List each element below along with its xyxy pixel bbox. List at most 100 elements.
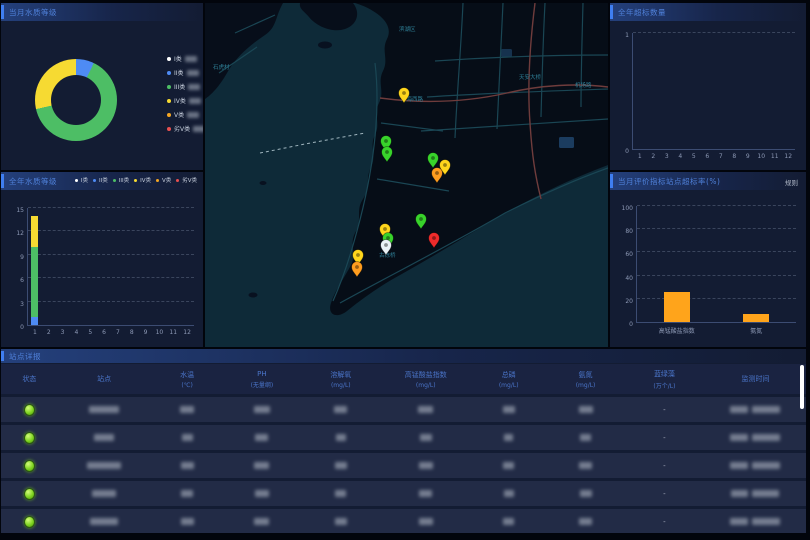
algae-value: -: [663, 518, 666, 526]
station-name-cell: [58, 518, 151, 525]
monitor-time-cell: [705, 406, 806, 413]
legend-label: V类: [162, 176, 171, 184]
column-header-4: PH(无量纲): [224, 370, 301, 389]
redacted-value: [92, 490, 116, 497]
legend-item[interactable]: II类: [93, 177, 108, 183]
panel-stations-table: 站点详报 状态站点水温(℃)PH(无量纲)溶解氧(mg/L)高锰酸盐指数(mg/…: [1, 349, 806, 533]
value-cell: [224, 406, 301, 413]
x-axis-tick: 4: [678, 153, 682, 160]
map-place-label: 机场路: [575, 81, 592, 89]
x-axis-tick: 2: [651, 153, 655, 160]
x-axis-tick: 8: [732, 153, 736, 160]
legend-dot: [75, 179, 78, 182]
redacted-value: [255, 434, 268, 441]
city-map[interactable]: 石虎村滨湖区滨海西路天安大桥机场路古栋桥: [205, 3, 608, 347]
redacted-value: [336, 434, 346, 441]
column-unit: (mg/L): [576, 382, 596, 389]
value-cell: [381, 406, 470, 413]
column-header-9: 蓝绿藻(万个/L): [624, 369, 705, 390]
algae-cell: -: [624, 490, 705, 498]
legend-item[interactable]: 劣V类: [167, 125, 203, 132]
value-cell: [224, 490, 301, 497]
table-scrollbar[interactable]: [800, 365, 804, 409]
bar-segment-当月评价指标站点超标率(%): [743, 314, 769, 322]
column-label: 高锰酸盐指数: [405, 370, 447, 380]
panel-city-map: 石虎村滨湖区滨海西路天安大桥机场路古栋桥: [205, 3, 608, 347]
monitor-time-cell: [705, 490, 806, 497]
legend-item[interactable]: 劣V类: [176, 177, 197, 183]
algae-value: -: [663, 406, 666, 414]
redacted-value: [182, 434, 193, 441]
legend-dot: [167, 113, 171, 117]
redacted-value: [730, 518, 748, 525]
legend-item[interactable]: II类: [167, 69, 203, 76]
value-cell: [547, 490, 624, 497]
legend-label: II类: [99, 176, 108, 184]
column-label: 氨氮: [579, 370, 593, 380]
redacted-value: [752, 462, 780, 469]
legend-dot: [113, 179, 116, 182]
redacted-value: [503, 462, 514, 469]
algae-cell: -: [624, 406, 705, 414]
column-unit: (mg/L): [416, 382, 436, 389]
map-islet: [318, 42, 332, 49]
legend-dot: [167, 71, 171, 75]
panel-header: 当月水质等级: [1, 3, 203, 21]
redacted-value: [193, 126, 203, 132]
legend-item[interactable]: V类: [167, 111, 203, 118]
status-cell: [1, 404, 58, 416]
redacted-value: [181, 490, 193, 497]
legend-item[interactable]: III类: [113, 177, 129, 183]
redacted-value: [94, 434, 114, 441]
x-axis-tick: 1: [33, 329, 37, 336]
redacted-value: [580, 490, 592, 497]
redacted-value: [752, 518, 780, 525]
legend-item[interactable]: I类: [167, 55, 203, 62]
x-axis-tick: 12: [784, 153, 792, 160]
x-axis-tick: 6: [102, 329, 106, 336]
redacted-value: [189, 98, 201, 104]
y-axis-tick: 1: [625, 32, 629, 39]
bar-segment-III类: [31, 247, 38, 317]
monitor-time-cell: [705, 434, 806, 441]
chart-plot-area: 03691215123456789101112: [27, 208, 194, 326]
legend-item[interactable]: IV类: [134, 177, 151, 183]
column-header-7: 总磷(mg/L): [470, 370, 547, 389]
column-header-1: 状态: [1, 374, 58, 384]
column-unit: (mg/L): [331, 382, 351, 389]
map-place-label: 滨湖区: [399, 25, 416, 33]
x-axis-tick: 氨氮: [750, 326, 762, 335]
panel-year-water-quality: 全年水质等级 I类II类III类IV类V类劣V类 036912151234567…: [1, 172, 203, 347]
x-axis-tick: 10: [757, 153, 765, 160]
legend-item[interactable]: III类: [167, 83, 203, 90]
value-cell: [381, 490, 470, 497]
value-cell: [224, 518, 301, 525]
rules-link[interactable]: 规则: [785, 177, 798, 187]
legend-item[interactable]: IV类: [167, 97, 203, 104]
value-cell: [300, 518, 381, 525]
legend-dot: [134, 179, 137, 182]
legend-item[interactable]: I类: [75, 177, 88, 183]
dashboard: 当月水质等级 I类II类III类IV类V类劣V类 全年水质等级 I类II类III…: [0, 0, 810, 540]
redacted-value: [420, 434, 432, 441]
redacted-value: [752, 434, 780, 441]
bar-segment-当月评价指标站点超标率(%): [664, 292, 690, 322]
value-cell: [224, 434, 301, 441]
x-axis-tick: 5: [692, 153, 696, 160]
redacted-value: [418, 406, 433, 413]
panel-header: 站点详报: [1, 349, 806, 363]
legend-item[interactable]: V类: [156, 177, 171, 183]
redacted-value: [335, 518, 347, 525]
gridline: [28, 207, 194, 208]
value-cell: [300, 406, 381, 413]
status-cell: [1, 516, 58, 528]
value-cell: [470, 434, 547, 441]
gridline: [637, 205, 796, 206]
x-axis-tick: 8: [130, 329, 134, 336]
y-axis-tick: 9: [20, 254, 24, 261]
map-feature: [501, 49, 512, 57]
column-header-8: 氨氮 (mg/L): [547, 370, 624, 389]
gridline: [637, 298, 796, 299]
gridline: [28, 254, 194, 255]
column-unit: (mg/L): [499, 382, 519, 389]
